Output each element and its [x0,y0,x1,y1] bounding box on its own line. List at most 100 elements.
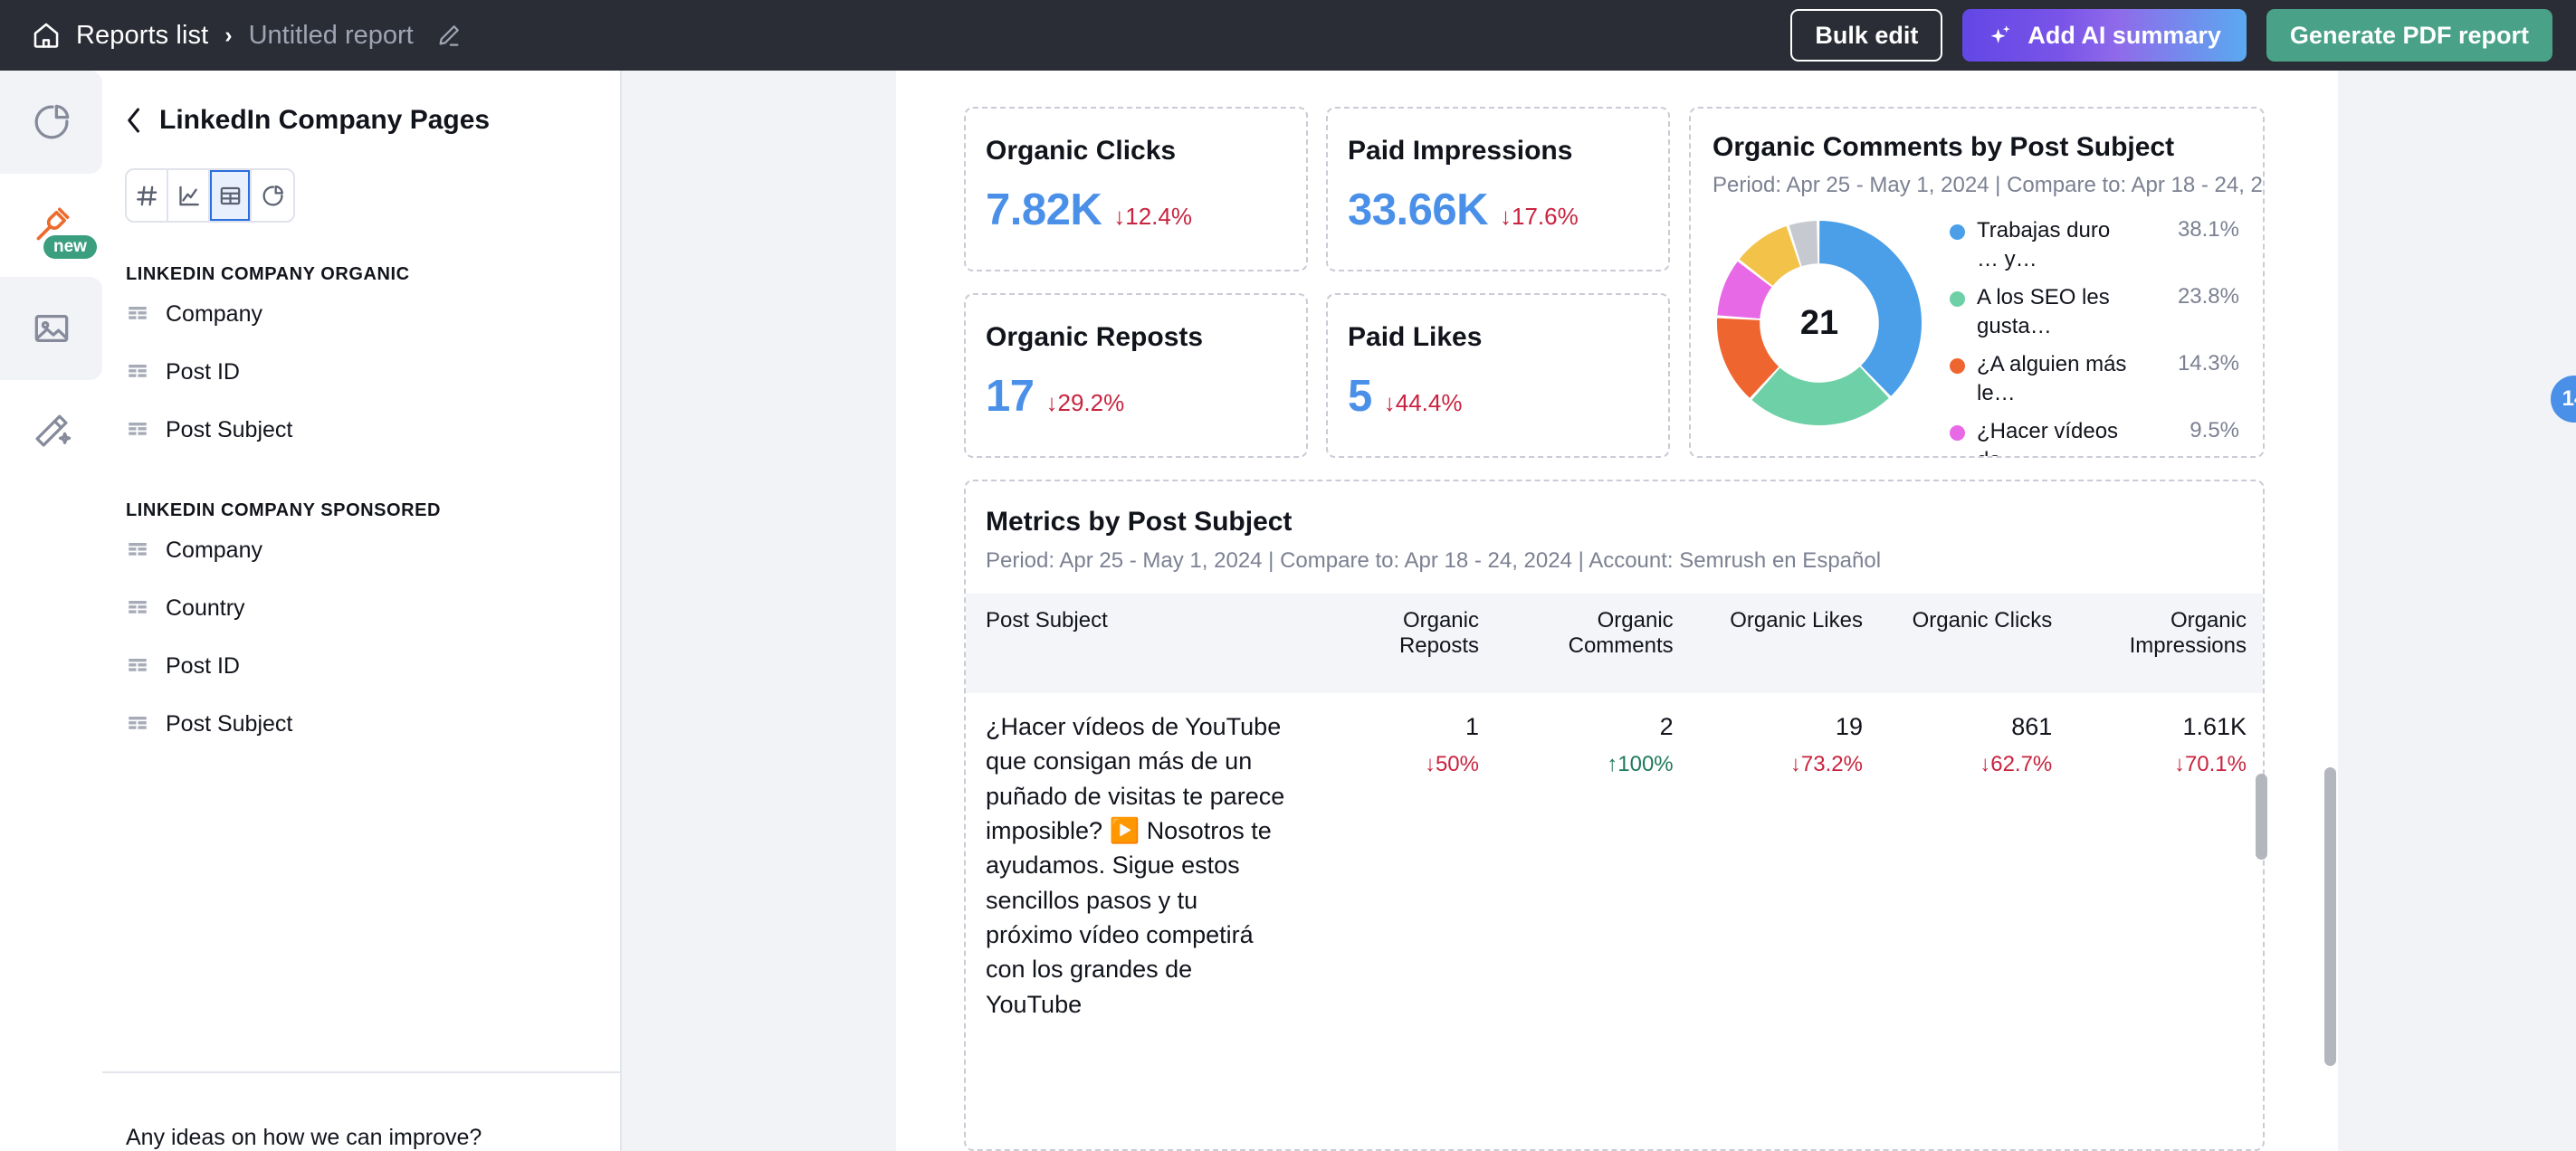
column-header-organic-clicks[interactable]: Organic Clicks [1878,594,2069,693]
cell-metric: 1 ↓50% [1301,693,1495,1022]
table-header-row: Post Subject Organic Reposts Organic Com… [966,594,2263,693]
column-header-post-subject[interactable]: Post Subject [966,594,1302,693]
tab-pie[interactable] [252,170,293,221]
cell-value: 1 [1465,713,1479,740]
chart-title: Organic Comments by Post Subject [1713,132,2175,162]
tab-chart[interactable] [168,170,211,221]
kpi-card-paid-likes[interactable]: Paid Likes 5 ↓44.4% [1326,293,1670,458]
chart-legend: Trabajas duro … y…38.1%n/aA los SEO les … [1950,216,2263,456]
legend-color-dot [1950,358,1965,374]
chevron-left-icon[interactable] [125,107,143,134]
rail-item-images[interactable] [0,277,102,380]
field-label: Country [166,595,245,621]
table-icon [129,364,147,377]
rail-item-integrations[interactable]: new [0,174,102,277]
kpi-card-organic-reposts[interactable]: Organic Reposts 17 ↓29.2% [964,293,1308,458]
table-row[interactable]: ¿Hacer vídeos de YouTube que consigan má… [966,693,2263,1022]
cell-metric: 19 ↓73.2% [1690,693,1879,1022]
breadcrumb-current: Untitled report [248,20,414,50]
cell-value: 861 [2011,713,2053,740]
tab-number[interactable] [127,170,169,221]
home-icon[interactable] [31,20,62,51]
legend-color-dot [1950,291,1965,307]
kpi-card-organic-clicks[interactable]: Organic Clicks 7.82K ↓12.4% [964,107,1308,271]
field-organic-post-id[interactable]: Post ID [102,343,620,401]
field-sponsored-company[interactable]: Company [102,521,620,579]
field-organic-post-subject[interactable]: Post Subject [102,401,620,459]
legend-compare: n/a [2239,351,2263,376]
table-icon [129,542,147,556]
page-scrollbar[interactable] [2324,767,2336,1066]
top-bar: Reports list › Untitled report Bulk edit… [0,0,2576,71]
bulk-edit-button[interactable]: Bulk edit [1790,9,1943,62]
cell-value: 2 [1659,713,1674,740]
chevron-right-icon: › [224,22,233,48]
cell-metric: 2 ↑100% [1495,693,1690,1022]
legend-value: 9.5% [2190,418,2239,442]
legend-label: Trabajas duro … y… [1977,218,2111,271]
field-sponsored-post-id[interactable]: Post ID [102,637,620,695]
column-header-organic-comments[interactable]: Organic Comments [1494,594,1690,693]
kpi-card-paid-impressions[interactable]: Paid Impressions 33.66K ↓17.6% [1326,107,1670,271]
kpi-title: Organic Reposts [986,322,1204,352]
cell-metric: 1.61K ↓70.1% [2068,693,2263,1022]
table-icon [220,186,240,205]
kpi-delta: ↓29.2% [1045,389,1125,416]
metrics-table: Post Subject Organic Reposts Organic Com… [966,594,2263,1022]
donut-chart-card[interactable]: Organic Comments by Post Subject Period:… [1689,107,2265,458]
donut-chart: 21 [1713,216,1926,430]
rail-item-magic[interactable] [0,380,102,483]
table-icon [129,600,147,614]
cell-post-subject: ¿Hacer vídeos de YouTube que consigan má… [986,713,1285,1018]
tab-table[interactable] [210,170,253,221]
widget-panel: LinkedIn Company Pages LINKEDIN COMPANY … [102,71,622,1151]
legend-row[interactable]: A los SEO les gusta… 23.8%n/a [1950,283,2263,350]
legend-row[interactable]: Trabajas duro … y… 38.1%n/a [1950,216,2263,283]
widget-type-tabs [125,168,295,223]
legend-row[interactable]: ¿Hacer vídeos de… 9.5%n/a [1950,417,2263,456]
magic-wand-icon [34,414,71,447]
legend-label: A los SEO les gusta… [1977,285,2110,338]
breadcrumb-reports-list[interactable]: Reports list [76,21,208,51]
sparkle-icon [1988,22,2015,49]
cell-delta: ↓73.2% [1789,752,1863,777]
field-sponsored-post-subject[interactable]: Post Subject [102,695,620,753]
generate-pdf-report-button[interactable]: Generate PDF report [2266,9,2552,62]
legend-row[interactable]: ¿A alguien más le… 14.3%n/a [1950,350,2263,417]
cell-delta: ↓70.1% [2173,752,2247,777]
field-sponsored-country[interactable]: Country [102,579,620,637]
legend-value: 14.3% [2177,351,2239,376]
rail-item-charts[interactable] [0,71,102,174]
legend-compare: n/a [2239,418,2263,443]
panel-title: LinkedIn Company Pages [159,105,491,135]
field-label: Company [166,300,262,327]
donut-center-total: 21 [1799,303,1839,342]
pencil-icon[interactable] [428,22,463,49]
legend-label: ¿Hacer vídeos de… [1977,419,2119,456]
cell-value: 1.61K [2182,713,2247,740]
field-organic-company[interactable]: Company [102,285,620,343]
column-header-organic-reposts[interactable]: Organic Reposts [1301,594,1495,693]
notification-badge[interactable]: 14 [2551,376,2576,423]
kpi-title: Organic Clicks [986,136,1177,166]
table-scrollbar[interactable] [2256,774,2267,860]
table-icon [129,716,147,729]
table-subtitle: Period: Apr 25 - May 1, 2024 | Compare t… [986,548,1882,573]
feedback-prompt[interactable]: Any ideas on how we can improve? [126,1125,482,1151]
legend-compare: n/a [2239,217,2263,243]
legend-value: 23.8% [2177,284,2239,309]
cell-value: 19 [1835,713,1863,740]
breadcrumb: Reports list › Untitled report [31,20,463,51]
kpi-delta: ↓17.6% [1500,203,1579,230]
table-icon [129,422,147,435]
column-header-organic-likes[interactable]: Organic Likes [1689,594,1879,693]
kpi-title: Paid Impressions [1348,136,1573,166]
table-icon [129,306,147,319]
field-label: Post ID [166,652,240,679]
add-ai-summary-button[interactable]: Add AI summary [1962,9,2247,62]
column-header-organic-impressions[interactable]: Organic Impressions [2068,594,2263,693]
metrics-table-card[interactable]: Metrics by Post Subject Period: Apr 25 -… [964,480,2265,1151]
legend-value: 38.1% [2177,217,2239,242]
top-bar-actions: Bulk edit Add AI summary Generate PDF re… [1790,9,2552,62]
cell-metric: 861 ↓62.7% [1879,693,2068,1022]
